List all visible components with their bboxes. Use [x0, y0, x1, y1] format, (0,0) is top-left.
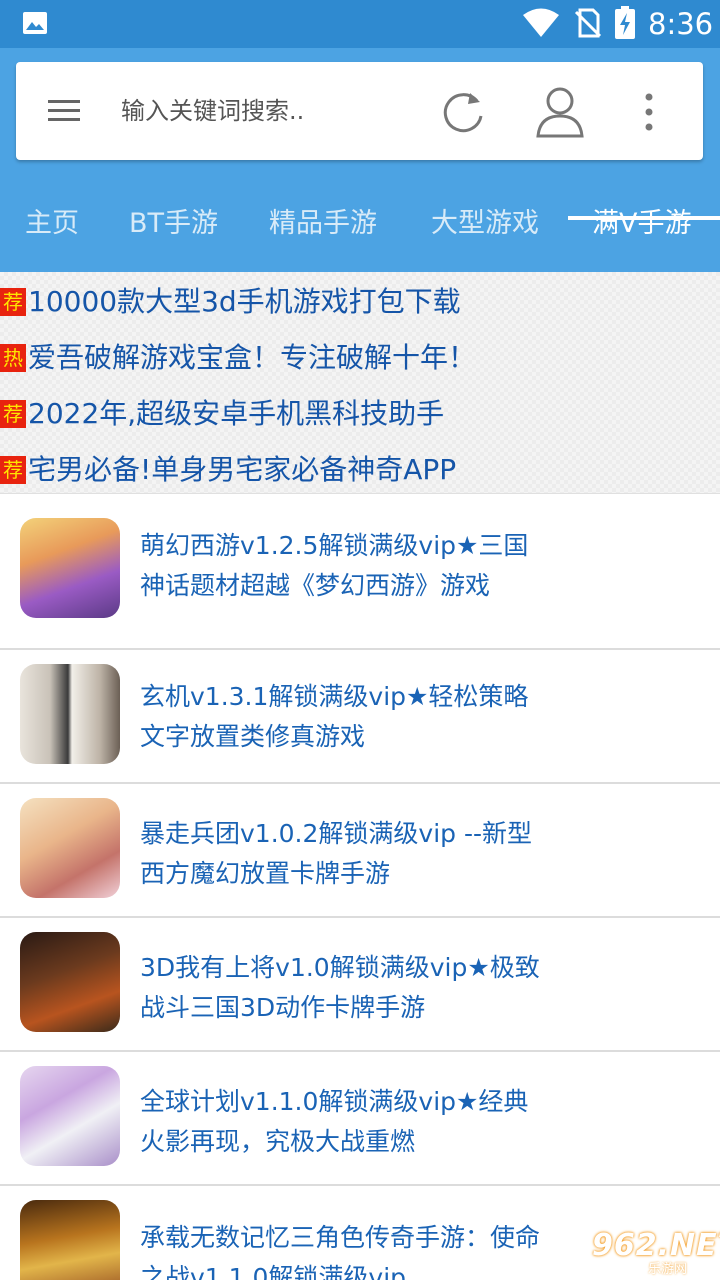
promo-link-text[interactable]: 爱吾破解游戏宝盒！专注破解十年！ [28, 336, 476, 380]
menu-icon[interactable] [48, 97, 80, 125]
game-thumbnail[interactable] [20, 518, 120, 618]
tab-home[interactable]: 主页 [25, 176, 79, 272]
battery-charging-icon [615, 6, 635, 39]
site-watermark: 962.NET 乐游网 [578, 1228, 720, 1278]
promo-link[interactable]: 热 爱吾破解游戏宝盒！专注破解十年！ [0, 332, 720, 388]
game-title[interactable]: 3D我有上将v1.0解锁满级vip★极致战斗三国3D动作卡牌手游 [140, 948, 540, 1028]
list-item[interactable]: 暴走兵团v1.0.2解锁满级vip --新型西方魔幻放置卡牌手游 [0, 784, 720, 918]
wifi-icon [523, 8, 559, 37]
app-header: 主页 BT手游 精品手游 大型游戏 满V手游 [0, 48, 720, 272]
game-title[interactable]: 暴走兵团v1.0.2解锁满级vip --新型西方魔幻放置卡牌手游 [140, 814, 540, 894]
promo-badge: 荐 [0, 288, 26, 316]
tab-premium-games[interactable]: 精品手游 [269, 176, 377, 272]
promo-link-text[interactable]: 宅男必备!单身男宅家必备神奇APP [28, 448, 456, 492]
promo-link[interactable]: 荐 宅男必备!单身男宅家必备神奇APP [0, 444, 720, 500]
game-title[interactable]: 萌幻西游v1.2.5解锁满级vip★三国神话题材超越《梦幻西游》游戏 [140, 526, 540, 606]
promo-link-text[interactable]: 2022年,超级安卓手机黑科技助手 [28, 392, 444, 436]
game-thumbnail[interactable] [20, 1066, 120, 1166]
list-item[interactable]: 玄机v1.3.1解锁满级vip★轻松策略文字放置类修真游戏 [0, 650, 720, 784]
search-input[interactable] [121, 86, 421, 136]
search-bar [16, 62, 703, 160]
promo-links: 荐 10000款大型3d手机游戏打包下载 热 爱吾破解游戏宝盒！专注破解十年！ … [0, 272, 720, 494]
list-item[interactable]: 全球计划v1.1.0解锁满级vip★经典火影再现，究极大战重燃 [0, 1052, 720, 1186]
more-options-icon[interactable] [643, 92, 655, 132]
game-thumbnail[interactable] [20, 798, 120, 898]
game-title[interactable]: 全球计划v1.1.0解锁满级vip★经典火影再现，究极大战重燃 [140, 1082, 540, 1162]
tab-large-games[interactable]: 大型游戏 [431, 176, 539, 272]
game-title[interactable]: 玄机v1.3.1解锁满级vip★轻松策略文字放置类修真游戏 [140, 677, 540, 757]
promo-link[interactable]: 荐 2022年,超级安卓手机黑科技助手 [0, 388, 720, 444]
game-thumbnail[interactable] [20, 664, 120, 764]
promo-link[interactable]: 荐 10000款大型3d手机游戏打包下载 [0, 276, 720, 332]
promo-badge: 热 [0, 344, 26, 372]
status-time: 8:36 [648, 7, 714, 41]
game-title[interactable]: 承载无数记忆三角色传奇手游：使命之战v1.1.0解锁满级vip [140, 1218, 540, 1280]
list-item[interactable]: 萌幻西游v1.2.5解锁满级vip★三国神话题材超越《梦幻西游》游戏 [0, 494, 720, 650]
no-sim-icon [574, 8, 602, 38]
watermark-subtitle: 乐游网 [648, 1262, 688, 1277]
status-bar: 8:36 [0, 0, 720, 48]
category-tabs: 主页 BT手游 精品手游 大型游戏 满V手游 [0, 176, 720, 272]
promo-badge: 荐 [0, 400, 26, 428]
refresh-icon[interactable] [440, 89, 486, 135]
promo-badge: 荐 [0, 456, 26, 484]
active-tab-indicator [568, 216, 720, 220]
tab-max-vip-games[interactable]: 满V手游 [592, 176, 691, 272]
image-notification-icon [23, 12, 47, 34]
game-thumbnail[interactable] [20, 932, 120, 1032]
game-thumbnail[interactable] [20, 1200, 120, 1280]
user-icon[interactable] [536, 86, 584, 138]
promo-link-text[interactable]: 10000款大型3d手机游戏打包下载 [28, 280, 461, 324]
tab-bt-games[interactable]: BT手游 [129, 176, 218, 272]
list-item[interactable]: 3D我有上将v1.0解锁满级vip★极致战斗三国3D动作卡牌手游 [0, 918, 720, 1052]
